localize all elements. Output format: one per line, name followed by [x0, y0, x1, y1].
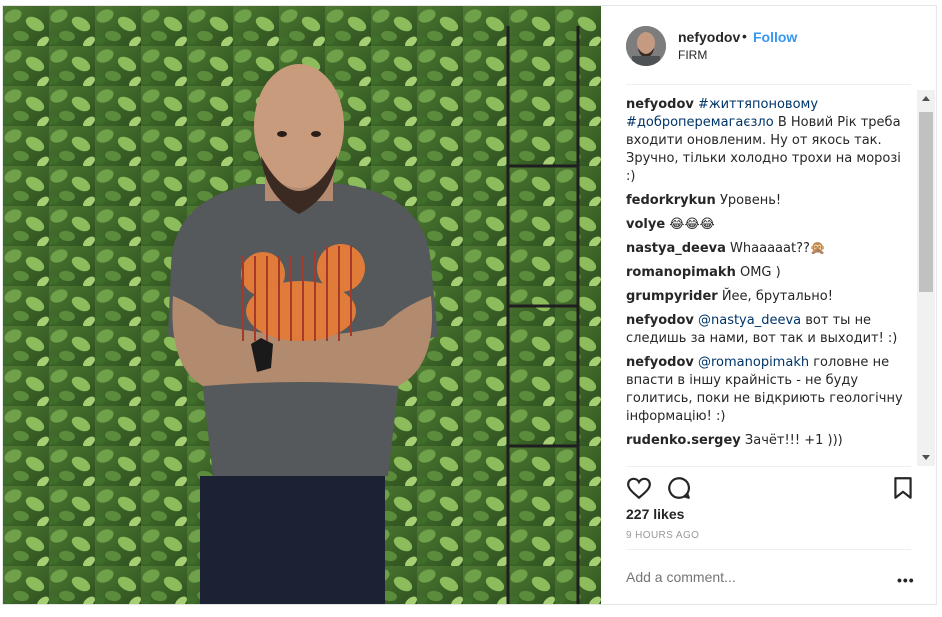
comments-scrollbar[interactable] — [917, 90, 935, 466]
comment-text: Whaaaaat??🙊 — [725, 241, 827, 256]
list-item: nefyodov @nastya_deeva вот ты не следишь… — [626, 312, 914, 348]
hashtag-link[interactable]: #життяпоновому — [698, 97, 818, 112]
mention-link[interactable]: @romanopimakh — [698, 355, 809, 370]
mention-link[interactable]: @nastya_deeva — [698, 313, 801, 328]
list-item: fedorkrykun Уровень! — [626, 192, 914, 210]
comments-list[interactable]: nefyodov #життяпоновому #доброперемагаєз… — [626, 96, 914, 464]
comment-bubble-icon — [668, 477, 690, 499]
hashtag-link[interactable]: #доброперемагаєзло — [626, 115, 774, 130]
bookmark-icon — [894, 477, 912, 499]
comment-username[interactable]: volye — [626, 217, 665, 232]
scrollbar-thumb[interactable] — [919, 112, 933, 292]
list-item: nastya_deeva Whaaaaat??🙊 — [626, 240, 914, 258]
comment-text: Зачёт!!! +1 ))) — [740, 433, 843, 448]
instagram-post: nefyodov • Follow FIRM nefyodov #життяпо… — [2, 5, 937, 605]
list-item: nefyodov @romanopimakh головне не впасти… — [626, 354, 914, 426]
divider — [626, 549, 911, 550]
header-username[interactable]: nefyodov — [678, 29, 740, 45]
list-item: grumpyrider Йее, брутально! — [626, 288, 914, 306]
heart-icon — [627, 477, 651, 500]
comment-input[interactable] — [626, 569, 876, 585]
follow-button[interactable]: Follow — [753, 29, 797, 45]
avatar[interactable] — [626, 26, 666, 66]
location-link[interactable]: FIRM — [678, 48, 707, 62]
scroll-up-icon[interactable] — [922, 96, 930, 101]
post-header: nefyodov • Follow FIRM — [601, 6, 936, 84]
scroll-down-icon[interactable] — [922, 455, 930, 460]
comment-text: 😂😂😂 — [665, 217, 715, 232]
action-bar — [626, 471, 916, 511]
comment-button[interactable] — [666, 475, 692, 501]
post-photo[interactable] — [3, 6, 601, 604]
post-timestamp[interactable]: 9 HOURS AGO — [626, 530, 699, 541]
likes-count[interactable]: 227 likes — [626, 506, 684, 522]
list-item: romanopimakh OMG ) — [626, 264, 914, 282]
comment-username[interactable]: nefyodov — [626, 313, 694, 328]
caption-username[interactable]: nefyodov — [626, 97, 694, 112]
list-item: rudenko.sergey Зачёт!!! +1 ))) — [626, 432, 914, 450]
list-item: volye 😂😂😂 — [626, 216, 914, 234]
post-sidebar: nefyodov • Follow FIRM nefyodov #життяпо… — [601, 6, 936, 604]
caption: nefyodov #життяпоновому #доброперемагаєз… — [626, 96, 914, 186]
like-button[interactable] — [626, 475, 652, 501]
photo-image — [3, 6, 601, 604]
comment-text: Йее, брутально! — [717, 289, 833, 304]
comment-username[interactable]: nefyodov — [626, 355, 694, 370]
avatar-image — [626, 26, 666, 66]
divider — [626, 84, 911, 85]
save-button[interactable] — [890, 475, 916, 501]
comment-text: OMG ) — [735, 265, 781, 280]
comment-username[interactable]: romanopimakh — [626, 265, 736, 280]
header-separator: • — [742, 28, 747, 44]
comment-username[interactable]: rudenko.sergey — [626, 433, 741, 448]
comment-username[interactable]: grumpyrider — [626, 289, 718, 304]
comment-text: Уровень! — [715, 193, 782, 208]
comment-username[interactable]: nastya_deeva — [626, 241, 726, 256]
comment-username[interactable]: fedorkrykun — [626, 193, 716, 208]
more-options-button[interactable]: ••• — [897, 572, 915, 588]
divider — [626, 466, 911, 467]
